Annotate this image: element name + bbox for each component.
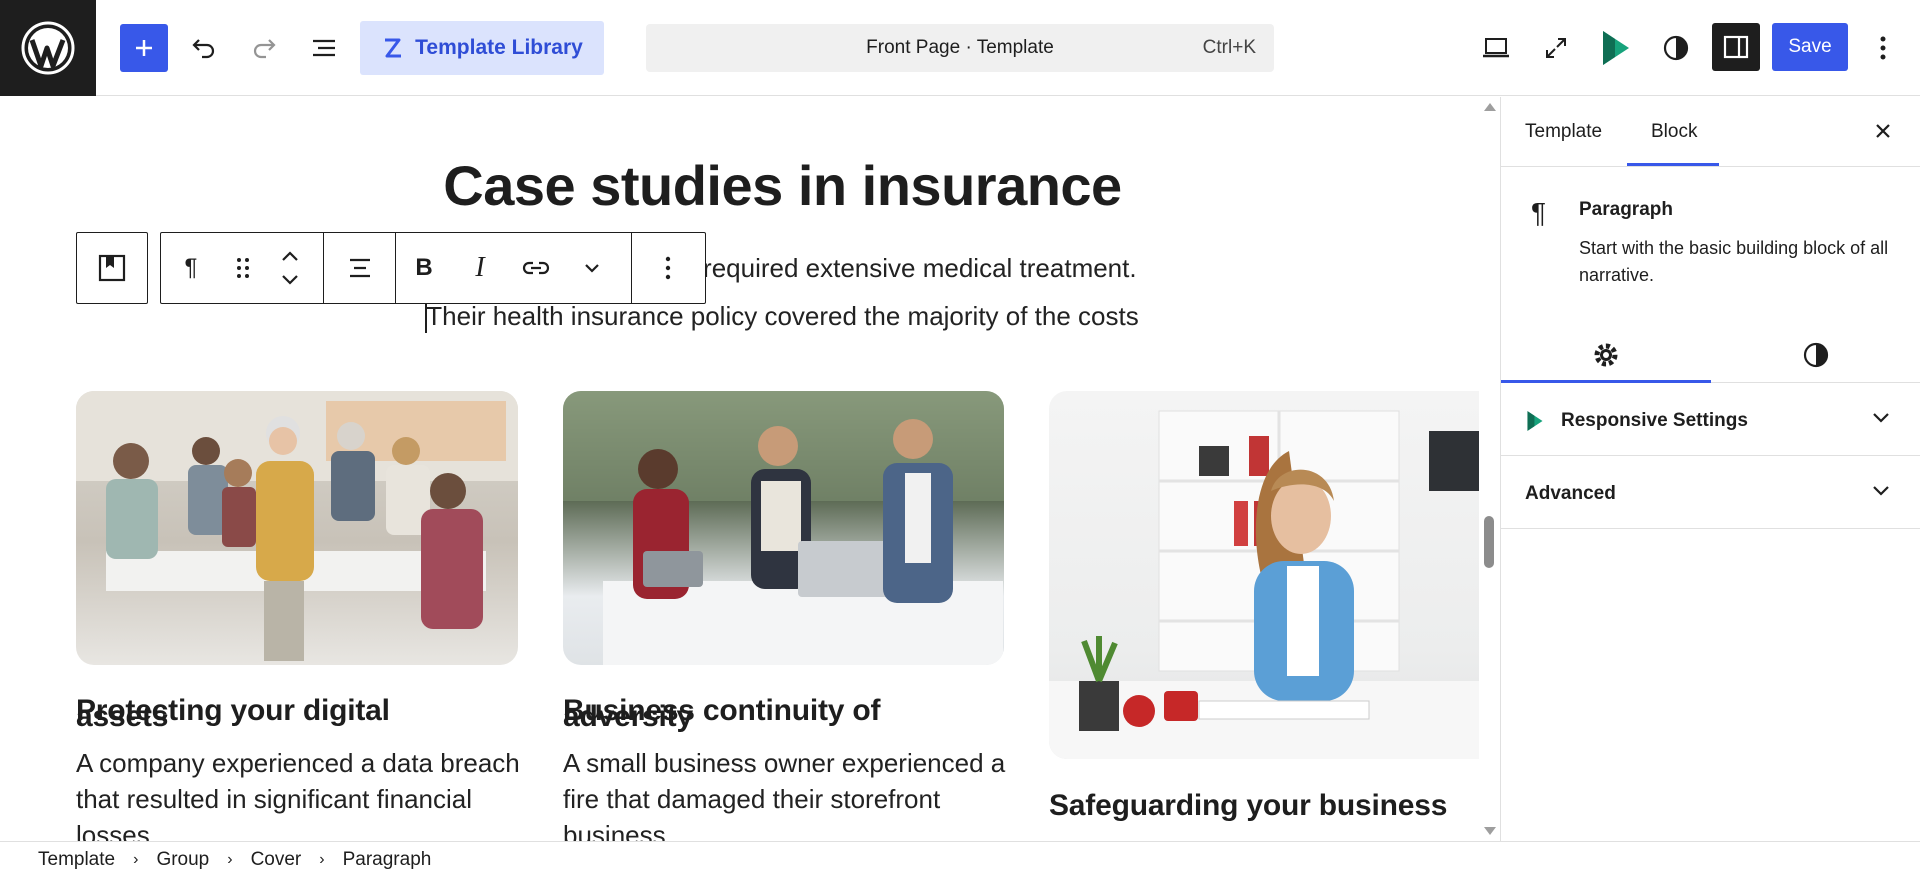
format-group: B I bbox=[396, 233, 632, 303]
card-image-meeting bbox=[76, 391, 518, 665]
card-3-title[interactable]: Safeguarding your business bbox=[1049, 789, 1447, 823]
chevron-down-icon bbox=[1873, 413, 1889, 423]
card-image-businesswoman bbox=[1049, 391, 1479, 759]
tab-block[interactable]: Block bbox=[1651, 121, 1697, 143]
plugin-logo-icon bbox=[1527, 411, 1543, 431]
shortcut-hint: Ctrl+K bbox=[1202, 37, 1256, 58]
bold-icon[interactable]: B bbox=[396, 233, 452, 303]
styles-icon[interactable] bbox=[1658, 30, 1694, 66]
plugin-logo-icon[interactable] bbox=[1596, 26, 1636, 70]
italic-icon[interactable]: I bbox=[452, 233, 508, 303]
tab-template[interactable]: Template bbox=[1525, 121, 1602, 143]
cover-block-icon bbox=[98, 254, 126, 282]
sidebar-tabs: Template Block bbox=[1501, 97, 1920, 167]
document-overview-icon[interactable] bbox=[306, 30, 342, 66]
chevron-down-icon bbox=[1873, 486, 1889, 496]
options-menu-icon[interactable] bbox=[1868, 30, 1898, 66]
desktop-view-icon[interactable] bbox=[1478, 30, 1514, 66]
card-1-text-line: that resulted in significant financial bbox=[76, 784, 473, 814]
block-description: Start with the basic building block of a… bbox=[1579, 238, 1889, 285]
document-title: Front Page · Template bbox=[866, 37, 1054, 58]
block-type-group: ¶ bbox=[161, 233, 324, 303]
panel-advanced[interactable]: Advanced bbox=[1501, 457, 1920, 529]
command-palette[interactable]: Front Page · Template Ctrl+K bbox=[646, 24, 1274, 72]
card-image-business-team bbox=[563, 391, 1004, 665]
paragraph-icon[interactable]: ¶ bbox=[161, 233, 221, 303]
block-parent-selector[interactable] bbox=[76, 232, 148, 304]
undo-icon[interactable] bbox=[186, 30, 222, 66]
card-2-text[interactable]: A small business owner experienced a fir… bbox=[563, 745, 1023, 841]
styles-contrast-icon[interactable] bbox=[1711, 327, 1920, 383]
paragraph-line-2[interactable]: Their health insurance policy covered th… bbox=[0, 301, 1500, 332]
template-library-icon bbox=[385, 38, 402, 58]
page-heading[interactable]: Case studies in insurance bbox=[0, 153, 1500, 218]
close-icon[interactable] bbox=[1869, 117, 1897, 145]
panel-label: Advanced bbox=[1525, 483, 1616, 504]
block-toolbar: ¶ B I bbox=[160, 232, 706, 304]
paragraph-block-icon: ¶ bbox=[1531, 197, 1547, 228]
card-2-text-line: A small business owner experienced a bbox=[563, 748, 1006, 778]
settings-gear-icon[interactable] bbox=[1501, 327, 1711, 383]
chevron-right-icon: › bbox=[133, 851, 139, 868]
block-options-icon[interactable] bbox=[632, 233, 704, 303]
block-inspector-tabs bbox=[1501, 327, 1920, 383]
block-breadcrumb: Template › Group › Cover › Paragraph bbox=[0, 841, 1920, 878]
options-group bbox=[632, 233, 704, 303]
block-name: Paragraph bbox=[1579, 199, 1673, 220]
more-formats-chevron-down-icon[interactable] bbox=[564, 233, 620, 303]
settings-sidebar-toggle-icon[interactable] bbox=[1712, 23, 1760, 71]
save-button[interactable]: Save bbox=[1772, 23, 1848, 71]
canvas-scrollbar-thumb[interactable] bbox=[1484, 516, 1494, 568]
wordpress-logo-icon[interactable] bbox=[0, 0, 96, 96]
redo-icon[interactable] bbox=[246, 30, 282, 66]
editor-header: Template Library Front Page · Template C… bbox=[0, 0, 1920, 96]
move-up-down-icon[interactable] bbox=[265, 233, 315, 303]
card-1-text-line: A company experienced a data breach bbox=[76, 748, 520, 778]
drag-handle-icon[interactable] bbox=[221, 233, 265, 303]
link-icon[interactable] bbox=[508, 233, 564, 303]
panel-label: Responsive Settings bbox=[1561, 410, 1748, 431]
template-library-label: Template Library bbox=[415, 36, 583, 59]
settings-sidebar: Template Block ¶ Paragraph Start with th… bbox=[1500, 97, 1920, 841]
card-2-title-overlap: adversity bbox=[563, 700, 693, 733]
breadcrumb-item[interactable]: Group bbox=[156, 849, 209, 871]
align-center-icon[interactable] bbox=[324, 233, 395, 303]
fullscreen-icon[interactable] bbox=[1538, 30, 1574, 66]
add-block-button[interactable] bbox=[120, 24, 168, 72]
chevron-right-icon: › bbox=[319, 851, 325, 868]
active-subtab-indicator bbox=[1501, 380, 1711, 383]
template-library-button[interactable]: Template Library bbox=[360, 21, 604, 75]
breadcrumb-item[interactable]: Cover bbox=[251, 849, 302, 871]
text-cursor bbox=[425, 303, 427, 333]
card-1-text[interactable]: A company experienced a data breach that… bbox=[76, 745, 536, 841]
breadcrumb-item[interactable]: Paragraph bbox=[343, 849, 432, 871]
breadcrumb-item[interactable]: Template bbox=[38, 849, 115, 871]
align-group bbox=[324, 233, 396, 303]
card-1-text-line: losses bbox=[76, 820, 150, 841]
panel-responsive-settings[interactable]: Responsive Settings bbox=[1501, 384, 1920, 456]
editor-canvas: Case studies in insurance alth issue tha… bbox=[0, 97, 1500, 841]
active-tab-indicator bbox=[1627, 163, 1719, 166]
card-1-title-overlap: assets bbox=[76, 700, 169, 733]
card-2-text-line: fire that damaged their storefront bbox=[563, 784, 941, 814]
chevron-right-icon: › bbox=[227, 851, 233, 868]
canvas-scrollbar[interactable] bbox=[1480, 97, 1500, 841]
card-2-text-line: business bbox=[563, 820, 666, 841]
